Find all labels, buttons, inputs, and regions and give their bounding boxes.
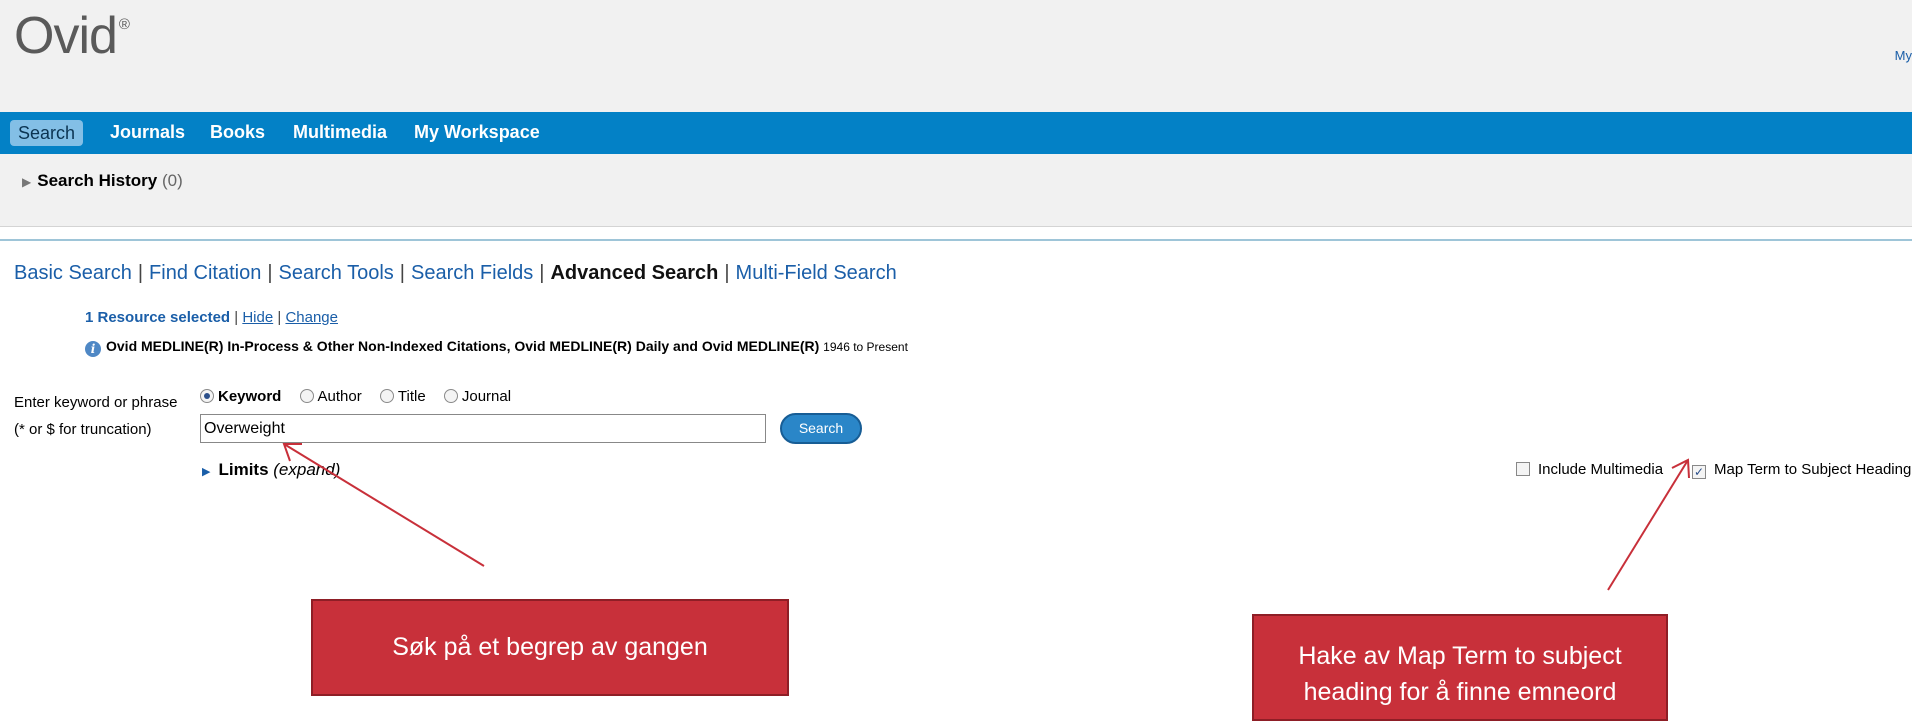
radio-keyword-label: Keyword	[218, 388, 282, 405]
enter-keyword-label: Enter keyword or phrase	[14, 394, 178, 411]
info-icon[interactable]: i	[85, 341, 101, 357]
search-field-options: Keyword Author Title Journal	[200, 388, 525, 405]
expand-triangle-icon: ▶	[22, 175, 32, 189]
tab-separator: |	[137, 262, 144, 284]
database-name: Ovid MEDLINE(R) In-Process & Other Non-I…	[106, 338, 820, 354]
search-input[interactable]	[200, 414, 766, 443]
radio-keyword[interactable]: Keyword	[200, 388, 281, 405]
radio-icon	[379, 389, 394, 403]
nav-my-workspace[interactable]: My Workspace	[414, 122, 540, 143]
callout-line-1: Hake av Map Term to subject	[1298, 642, 1622, 670]
radio-selected-icon	[200, 389, 214, 403]
logo-text: Ovid	[14, 7, 118, 65]
my-account-link[interactable]: My	[1895, 48, 1912, 63]
arrow-to-map-term	[1607, 458, 1690, 591]
tab-basic-search[interactable]: Basic Search	[14, 262, 132, 284]
nav-journals[interactable]: Journals	[110, 122, 185, 143]
radio-icon	[443, 389, 458, 403]
limits-expand-label: (expand)	[273, 460, 341, 479]
radio-title-label: Title	[397, 388, 426, 405]
annotation-callout-map-term: Hake av Map Term to subject heading for …	[1252, 614, 1668, 721]
tab-search-tools[interactable]: Search Tools	[279, 262, 394, 284]
registered-mark: ®	[118, 16, 130, 33]
header-bar: Ovid ® My	[0, 0, 1912, 112]
tab-multi-field-search[interactable]: Multi-Field Search	[736, 262, 897, 284]
map-term-option[interactable]: ✓ Map Term to Subject Heading	[1692, 461, 1911, 479]
tab-separator: |	[539, 262, 545, 284]
annotation-callout-search: Søk på et begrep av gangen	[311, 599, 789, 696]
radio-journal[interactable]: Journal	[443, 388, 512, 405]
search-button[interactable]: Search	[780, 413, 862, 444]
callout-line-2: heading for å finne emneord	[1303, 678, 1617, 706]
search-history-panel: ▶ Search History (0)	[0, 154, 1912, 227]
database-years: 1946 to Present	[823, 340, 908, 354]
link-separator: |	[277, 309, 282, 326]
change-link[interactable]: Change	[285, 309, 338, 326]
search-history-label: Search History	[37, 171, 158, 190]
link-separator: |	[234, 309, 239, 326]
nav-search[interactable]: Search	[10, 120, 84, 146]
tab-separator: |	[399, 262, 405, 284]
resource-selected-text: 1 Resource selected	[85, 309, 231, 326]
radio-icon	[299, 389, 314, 403]
search-instructions: Enter keyword or phrase (* or $ for trun…	[14, 389, 177, 443]
include-multimedia-option[interactable]: Include Multimedia	[1516, 461, 1663, 478]
search-history-toggle[interactable]: ▶ Search History (0)	[22, 171, 183, 191]
expand-triangle-icon: ▶	[202, 466, 211, 478]
include-multimedia-label: Include Multimedia	[1538, 461, 1664, 478]
search-mode-tabs: Basic Search | Find Citation | Search Tools |…	[14, 262, 897, 285]
map-term-label: Map Term to Subject Heading	[1714, 461, 1912, 478]
nav-multimedia[interactable]: Multimedia	[293, 122, 387, 143]
radio-journal-label: Journal	[461, 388, 512, 405]
nav-books[interactable]: Books	[210, 122, 265, 143]
main-nav: Search Journals Books Multimedia My Work…	[0, 112, 1912, 154]
tab-advanced-search[interactable]: Advanced Search	[550, 262, 718, 284]
limits-label: Limits	[218, 460, 269, 479]
radio-author-label: Author	[317, 388, 362, 405]
limits-toggle[interactable]: ▶ Limits (expand)	[202, 460, 340, 480]
ovid-logo[interactable]: Ovid ®	[14, 6, 130, 66]
hide-link[interactable]: Hide	[242, 309, 273, 326]
tab-separator: |	[724, 262, 730, 284]
tab-find-citation[interactable]: Find Citation	[149, 262, 261, 284]
tab-search-fields[interactable]: Search Fields	[411, 262, 533, 284]
tab-separator: |	[267, 262, 273, 284]
map-term-checkbox[interactable]: ✓	[1692, 465, 1706, 479]
truncation-hint: (* or $ for truncation)	[14, 421, 152, 438]
resource-selection: 1 Resource selected | Hide | Change	[85, 309, 338, 326]
include-multimedia-checkbox[interactable]	[1516, 462, 1530, 476]
divider	[0, 239, 1912, 241]
radio-title[interactable]: Title	[379, 388, 426, 405]
search-history-count: (0)	[161, 171, 183, 190]
radio-author[interactable]: Author	[299, 388, 362, 405]
database-line: i Ovid MEDLINE(R) In-Process & Other Non-…	[85, 338, 908, 357]
